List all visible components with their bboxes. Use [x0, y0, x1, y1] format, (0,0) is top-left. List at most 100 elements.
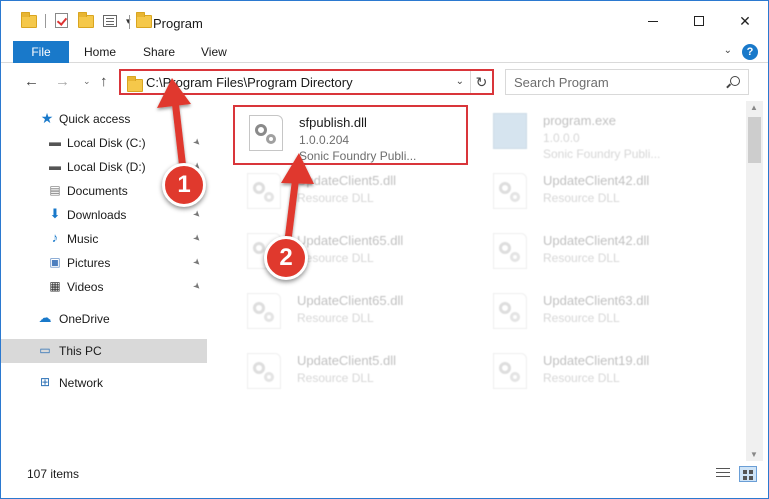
file-name: UpdateClient65.dll	[297, 233, 404, 248]
file-item[interactable]: program.exe 1.0.0.0 Sonic Foundry Publi...	[479, 105, 714, 165]
tab-share[interactable]: Share	[143, 41, 175, 63]
application-icon	[493, 113, 527, 149]
pin-icon[interactable]: ➤	[190, 208, 203, 221]
sidebar-item-label: Music	[67, 232, 99, 246]
file-detail: Resource DLL	[543, 311, 620, 325]
tiles-view-icon[interactable]	[739, 466, 757, 482]
search-icon[interactable]	[730, 76, 740, 86]
sidebar-item-label: Local Disk (D:)	[67, 160, 146, 174]
sidebar-item-network[interactable]: ⊞ Network	[1, 371, 207, 395]
address-dropdown-icon[interactable]: ⌄	[456, 76, 464, 87]
sidebar-item-label: Documents	[67, 184, 128, 198]
address-path[interactable]: C:\Program Files\Program Directory	[146, 75, 353, 90]
maximize-icon	[694, 16, 704, 26]
pin-icon[interactable]: ➤	[190, 232, 203, 245]
sidebar-item-local-disk-c[interactable]: ▬ Local Disk (C:) ➤	[1, 131, 207, 155]
scroll-down-icon[interactable]: ▼	[750, 450, 758, 459]
sidebar-item-label: Local Disk (C:)	[67, 136, 146, 150]
file-detail: Resource DLL	[297, 371, 374, 385]
file-list: sfpublish.dll 1.0.0.204 Sonic Foundry Publ…	[217, 101, 742, 461]
file-item[interactable]: UpdateClient63.dll Resource DLL	[479, 285, 714, 345]
sidebar-item-music[interactable]: ♪ Music ➤	[1, 227, 207, 251]
file-detail: 1.0.0.0	[543, 131, 580, 145]
file-name: sfpublish.dll	[299, 115, 367, 130]
sidebar-item-downloads[interactable]: ⬇ Downloads ➤	[1, 203, 207, 227]
search-box[interactable]: Search Program	[505, 69, 749, 95]
scroll-thumb[interactable]	[748, 117, 761, 163]
minimize-button[interactable]	[630, 1, 676, 41]
drive-icon: ▬	[49, 159, 61, 173]
file-name: UpdateClient63.dll	[543, 293, 650, 308]
file-description: Sonic Foundry Publi...	[543, 147, 661, 161]
scroll-up-icon[interactable]: ▲	[750, 103, 758, 112]
file-item[interactable]: UpdateClient65.dll Resource DLL	[233, 285, 468, 345]
properties-icon[interactable]	[102, 13, 118, 29]
callout-2: 2	[264, 236, 308, 280]
dll-gear-icon	[493, 173, 527, 209]
title-separator	[129, 15, 130, 29]
file-item[interactable]: UpdateClient42.dll Resource DLL	[479, 165, 714, 225]
quick-access-toolbar: ▾	[21, 12, 131, 29]
file-item[interactable]: UpdateClient19.dll Resource DLL	[479, 345, 714, 405]
file-item[interactable]: UpdateClient42.dll Resource DLL	[479, 225, 714, 285]
cloud-icon: ☁	[38, 310, 52, 325]
pin-icon[interactable]: ➤	[190, 136, 203, 149]
file-detail: Resource DLL	[297, 191, 374, 205]
expand-ribbon-icon[interactable]: ⌄	[724, 45, 732, 56]
tab-view[interactable]: View	[201, 41, 227, 63]
file-detail: 1.0.0.204	[299, 133, 350, 147]
close-button[interactable]: ✕	[722, 1, 768, 41]
file-detail: Resource DLL	[543, 191, 620, 205]
recent-locations-button[interactable]: ⌄	[83, 76, 91, 87]
videos-icon: ▦	[49, 279, 61, 293]
sidebar-item-this-pc[interactable]: ▭ This PC	[1, 339, 207, 363]
file-detail: Resource DLL	[297, 251, 374, 265]
vertical-scrollbar[interactable]: ▲ ▼	[746, 101, 763, 461]
sidebar-item-label: Downloads	[67, 208, 127, 222]
sidebar-item-label: Network	[59, 376, 104, 390]
forward-button[interactable]: →	[55, 73, 70, 90]
file-name: UpdateClient42.dll	[543, 173, 650, 188]
folder-icon	[21, 12, 37, 29]
dll-gear-icon	[493, 353, 527, 389]
pin-icon[interactable]: ➤	[190, 256, 203, 269]
back-button[interactable]: ←	[24, 73, 39, 90]
sidebar-item-quick-access[interactable]: ★ Quick access	[1, 107, 207, 131]
dll-gear-icon	[493, 233, 527, 269]
navigation-bar: ← → ⌄ ↑ C:\Program Files\Program Directo…	[1, 64, 768, 100]
pictures-icon: ▣	[49, 255, 61, 269]
status-bar: 107 items	[1, 461, 768, 498]
file-item[interactable]: UpdateClient5.dll Resource DLL	[233, 165, 468, 225]
sidebar-item-label: Quick access	[59, 112, 131, 126]
sidebar-item-videos[interactable]: ▦ Videos ➤	[1, 275, 207, 299]
file-item[interactable]: sfpublish.dll 1.0.0.204 Sonic Foundry Publ…	[233, 105, 468, 165]
callout-1: 1	[162, 163, 206, 207]
title-bar: ▾ Program ✕	[1, 1, 768, 41]
help-icon[interactable]: ?	[742, 44, 758, 60]
address-bar[interactable]: C:\Program Files\Program Directory ⌄ ↻	[119, 69, 494, 95]
search-input[interactable]: Search Program	[514, 75, 609, 90]
up-button[interactable]: ↑	[100, 73, 108, 90]
sidebar-item-label: Videos	[67, 280, 104, 294]
item-count: 107 items	[27, 467, 80, 481]
properties-check-icon[interactable]	[54, 13, 70, 29]
refresh-icon[interactable]: ↻	[470, 71, 492, 93]
file-name: UpdateClient42.dll	[543, 233, 650, 248]
window-title: Program	[153, 16, 203, 31]
navigation-pane: ★ Quick access ▬ Local Disk (C:) ➤ ▬ Local Dis…	[1, 101, 207, 461]
file-name: UpdateClient19.dll	[543, 353, 650, 368]
file-item[interactable]: UpdateClient5.dll Resource DLL	[233, 345, 468, 405]
details-view-icon[interactable]	[715, 466, 733, 482]
new-folder-icon[interactable]	[78, 12, 94, 29]
sidebar-item-pictures[interactable]: ▣ Pictures ➤	[1, 251, 207, 275]
tab-home[interactable]: Home	[84, 41, 116, 63]
file-name: program.exe	[543, 113, 616, 128]
file-detail: Resource DLL	[543, 251, 620, 265]
pin-icon[interactable]: ➤	[190, 280, 203, 293]
star-icon: ★	[40, 110, 54, 126]
tab-file[interactable]: File	[13, 41, 69, 63]
download-icon: ⬇	[49, 206, 61, 221]
maximize-button[interactable]	[676, 1, 722, 41]
file-detail: Resource DLL	[297, 311, 374, 325]
sidebar-item-onedrive[interactable]: ☁ OneDrive	[1, 307, 207, 331]
